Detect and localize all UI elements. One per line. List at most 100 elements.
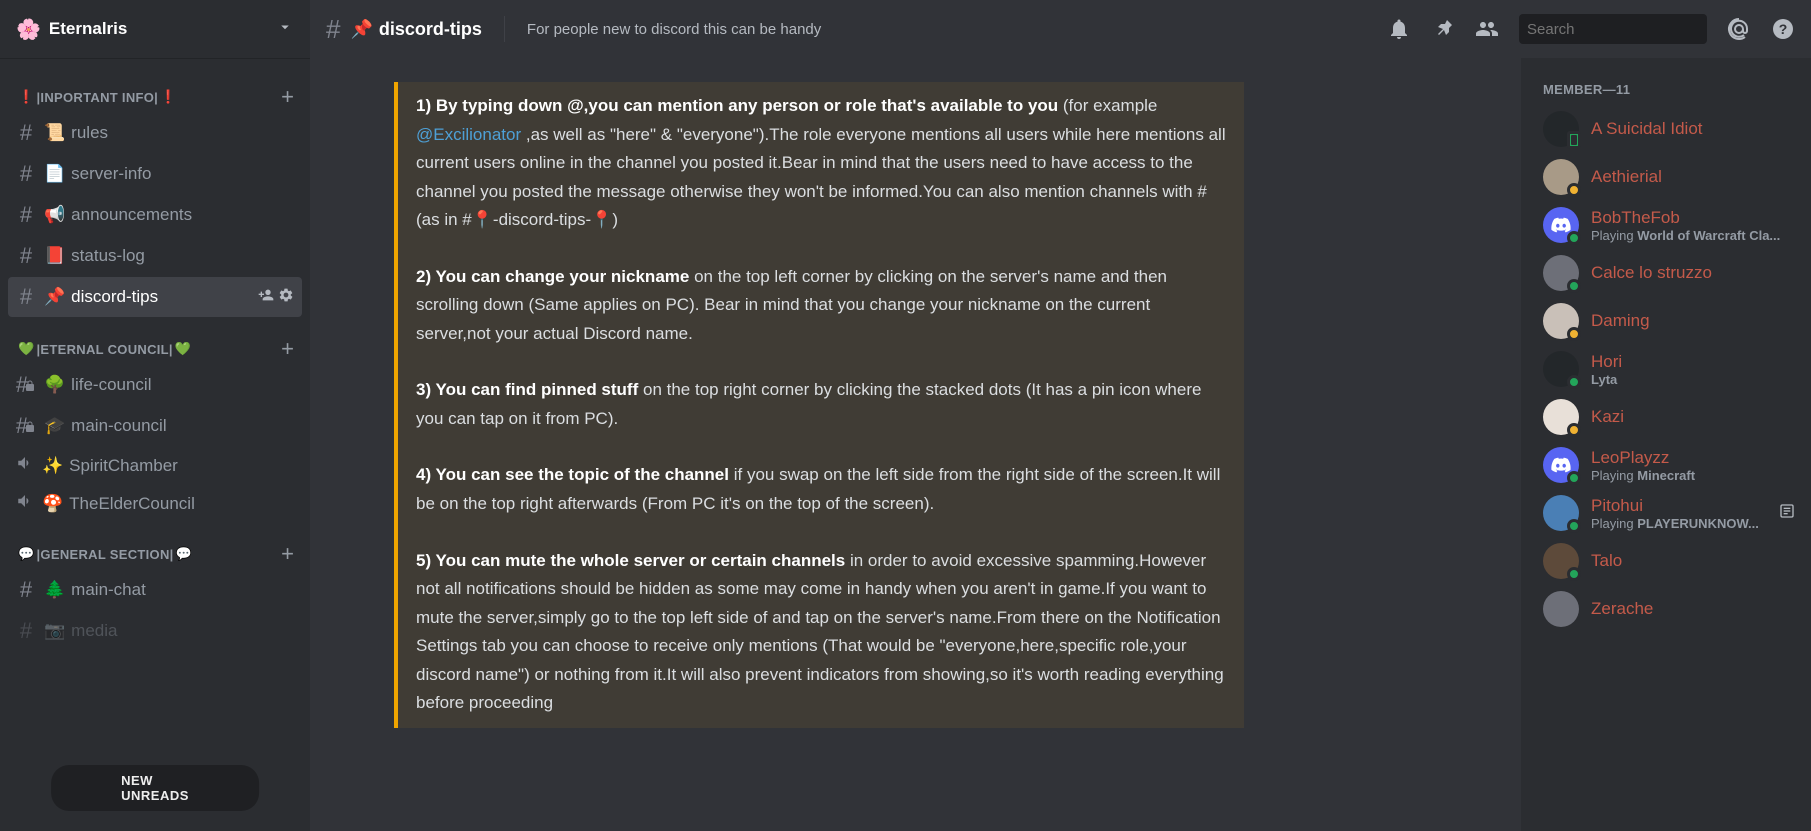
member-name: Talo: [1591, 551, 1795, 571]
divider: [504, 16, 505, 42]
channel-topic[interactable]: For people new to discord this can be ha…: [527, 21, 821, 38]
gear-icon[interactable]: [278, 287, 294, 308]
lock-icon: [28, 413, 36, 439]
avatar: [1543, 495, 1579, 531]
channel-emoji-icon: 📜: [44, 123, 65, 143]
lock-icon: [28, 372, 36, 398]
members-icon[interactable]: [1475, 17, 1499, 41]
member-item[interactable]: A Suicidal Idiot: [1535, 105, 1803, 153]
status-online-icon: [1567, 567, 1581, 581]
channel-item[interactable]: #📷media: [8, 611, 302, 651]
mention[interactable]: @Excilionator: [416, 125, 521, 144]
member-name: Daming: [1591, 311, 1795, 331]
hash-icon: #: [16, 577, 36, 603]
channel-item[interactable]: ✨SpiritChamber: [8, 447, 302, 484]
channel-icon: 📌: [350, 19, 372, 40]
member-item[interactable]: LeoPlayzz Playing Minecraft: [1535, 441, 1803, 489]
channel-category[interactable]: ❗|INPORTANT INFO|❗+: [0, 66, 310, 112]
member-item[interactable]: Hori Lyta: [1535, 345, 1803, 393]
tip-1-bold: 1) By typing down @,you can mention any …: [416, 96, 1058, 115]
invite-icon[interactable]: [258, 287, 274, 308]
help-icon[interactable]: ?: [1771, 17, 1795, 41]
member-name: Zerache: [1591, 599, 1795, 619]
channel-list[interactable]: ❗|INPORTANT INFO|❗+#📜rules#📄server-info#…: [0, 58, 310, 831]
avatar: [1543, 207, 1579, 243]
member-item[interactable]: Aethierial: [1535, 153, 1803, 201]
avatar: [1543, 159, 1579, 195]
channel-item[interactable]: #📌discord-tips: [8, 277, 302, 317]
member-item[interactable]: Kazi: [1535, 393, 1803, 441]
chevron-down-icon: [276, 18, 294, 41]
channel-emoji-icon: 🎓: [44, 416, 65, 436]
channel-category[interactable]: 💚|ETERNAL COUNCIL|💚+: [0, 318, 310, 364]
channel-item[interactable]: #📄server-info: [8, 154, 302, 194]
member-name: Pitohui: [1591, 496, 1767, 516]
channel-category[interactable]: 💬|GENERAL SECTION|💬+: [0, 523, 310, 569]
hash-icon: #: [16, 120, 36, 146]
status-online-icon: [1567, 231, 1581, 245]
speaker-icon: [16, 454, 34, 477]
channel-item[interactable]: #📕status-log: [8, 236, 302, 276]
member-item[interactable]: Calce lo struzzo: [1535, 249, 1803, 297]
hash-icon: #: [16, 202, 36, 228]
member-activity: Lyta: [1591, 372, 1795, 387]
avatar: [1543, 543, 1579, 579]
members-panel[interactable]: MEMBER—11 A Suicidal Idiot Aethierial Bo…: [1521, 58, 1811, 831]
main-area: # 📌 discord-tips For people new to disco…: [310, 0, 1811, 831]
member-name: Kazi: [1591, 407, 1795, 427]
hash-icon: #: [326, 14, 340, 45]
member-name: A Suicidal Idiot: [1591, 119, 1795, 139]
channel-label: TheElderCouncil: [69, 494, 195, 514]
chat-messages[interactable]: 1) By typing down @,you can mention any …: [310, 58, 1521, 831]
channel-emoji-icon: 📢: [44, 205, 65, 225]
member-item[interactable]: Talo: [1535, 537, 1803, 585]
mentions-icon[interactable]: [1727, 17, 1751, 41]
member-name: Hori: [1591, 352, 1795, 372]
server-header[interactable]: 🌸 Eternalris: [0, 0, 310, 58]
message-block: 1) By typing down @,you can mention any …: [394, 82, 1244, 728]
add-channel-icon[interactable]: +: [281, 541, 302, 567]
avatar: [1543, 255, 1579, 291]
member-item[interactable]: Zerache: [1535, 585, 1803, 633]
member-name: LeoPlayzz: [1591, 448, 1795, 468]
svg-text:?: ?: [1779, 21, 1788, 37]
member-item[interactable]: BobTheFob Playing World of Warcraft Cla.…: [1535, 201, 1803, 249]
channel-emoji-icon: ✨: [42, 456, 63, 476]
status-online-icon: [1567, 519, 1581, 533]
notifications-icon[interactable]: [1387, 17, 1411, 41]
channel-item[interactable]: #🌳life-council: [8, 365, 302, 405]
new-unreads-pill[interactable]: NEW UNREADS: [51, 765, 259, 811]
status-idle-icon: [1567, 183, 1581, 197]
channel-emoji-icon: 🌲: [44, 580, 65, 600]
member-item[interactable]: Daming: [1535, 297, 1803, 345]
channel-item[interactable]: 🍄TheElderCouncil: [8, 485, 302, 522]
tip-3-bold: 3) You can find pinned stuff: [416, 380, 638, 399]
channel-label: status-log: [71, 246, 145, 266]
pin-icon[interactable]: [1431, 17, 1455, 41]
channel-emoji-icon: 📄: [44, 164, 65, 184]
tip-5-bold: 5) You can mute the whole server or cert…: [416, 551, 845, 570]
avatar: [1543, 351, 1579, 387]
channel-label: rules: [71, 123, 108, 143]
member-item[interactable]: Pitohui Playing PLAYERUNKNOW...: [1535, 489, 1803, 537]
channel-item[interactable]: #🎓main-council: [8, 406, 302, 446]
hash-icon: #: [16, 413, 36, 439]
avatar: [1543, 111, 1579, 147]
channel-emoji-icon: 🌳: [44, 375, 65, 395]
add-channel-icon[interactable]: +: [281, 84, 302, 110]
status-idle-icon: [1567, 423, 1581, 437]
channel-label: life-council: [71, 375, 151, 395]
status-idle-icon: [1567, 327, 1581, 341]
channel-item[interactable]: # 📜 rules: [8, 113, 302, 153]
channel-item[interactable]: #🌲main-chat: [8, 570, 302, 610]
hash-icon: #: [16, 161, 36, 187]
search-box[interactable]: [1519, 14, 1707, 44]
channel-name: discord-tips: [379, 19, 482, 40]
channel-item[interactable]: #📢announcements: [8, 195, 302, 235]
channel-sidebar: 🌸 Eternalris ❗|INPORTANT INFO|❗+#📜rules#…: [0, 0, 310, 831]
tip-2-bold: 2) You can change your nickname: [416, 267, 689, 286]
search-input[interactable]: [1527, 21, 1726, 38]
add-channel-icon[interactable]: +: [281, 336, 302, 362]
server-icon: 🌸: [16, 17, 41, 42]
member-activity: Playing PLAYERUNKNOW...: [1591, 516, 1767, 531]
